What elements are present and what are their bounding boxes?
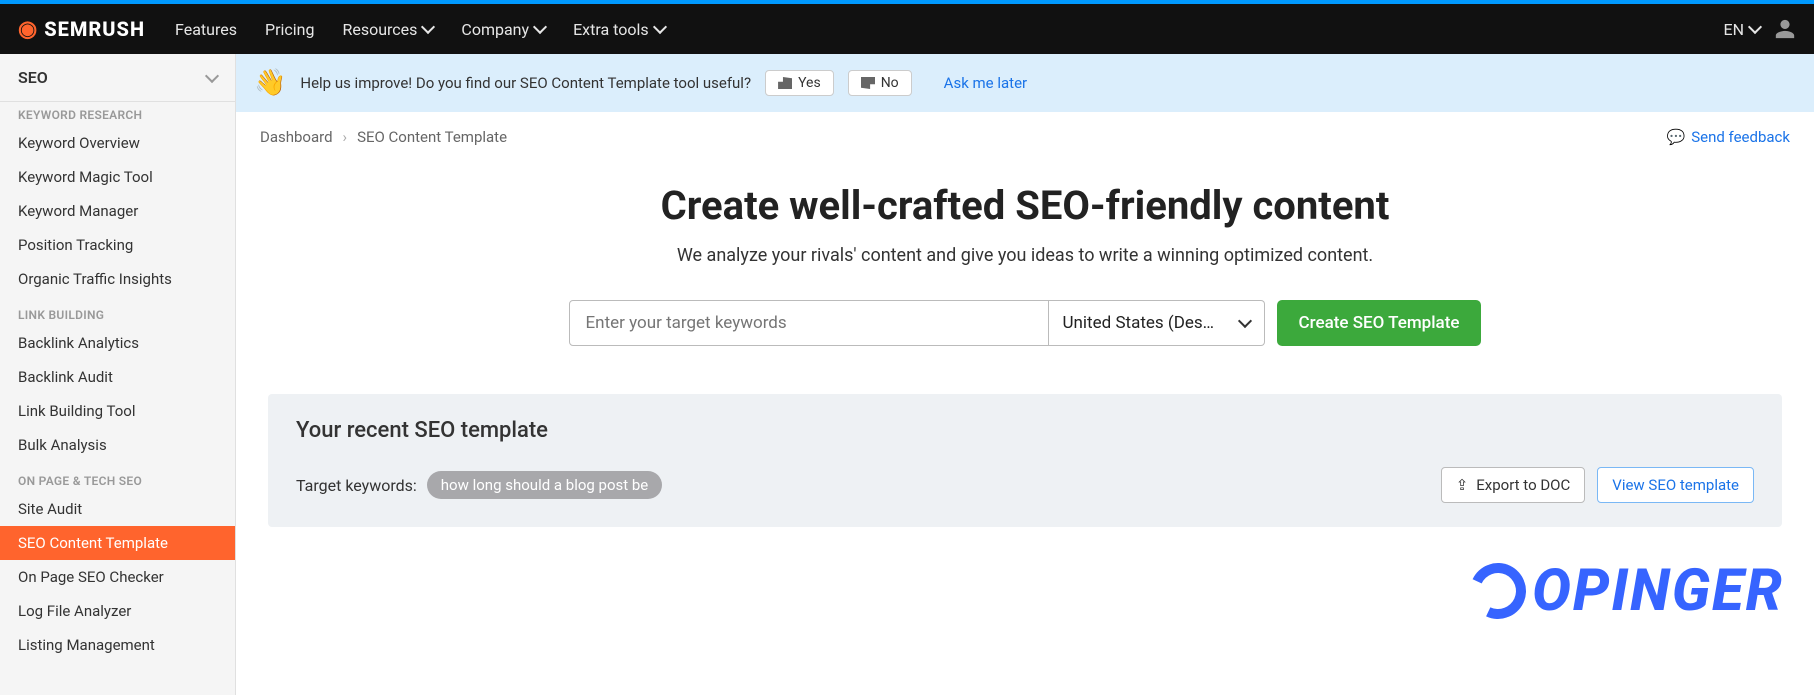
sidebar-item-seo-content-template[interactable]: SEO Content Template: [0, 526, 235, 560]
nav-features[interactable]: Features: [175, 20, 237, 39]
sidebar-item-link-building[interactable]: Link Building Tool: [0, 394, 235, 428]
brand-logo[interactable]: ◉ SEMRUSH: [18, 17, 145, 42]
recent-row: Target keywords: how long should a blog …: [296, 467, 1754, 503]
hero: Create well-crafted SEO-friendly content…: [236, 152, 1814, 300]
crumb-dashboard[interactable]: Dashboard: [260, 128, 333, 146]
nav-company[interactable]: Company: [461, 20, 545, 39]
sidebar-group-onpage: ON PAGE & TECH SEO: [0, 462, 235, 492]
recent-actions: ⇪ Export to DOC View SEO template: [1441, 467, 1754, 503]
create-template-button[interactable]: Create SEO Template: [1277, 300, 1482, 346]
top-nav: ◉ SEMRUSH Features Pricing Resources Com…: [0, 4, 1814, 54]
target-keywords-label: Target keywords:: [296, 476, 417, 495]
sidebar-item-keyword-magic[interactable]: Keyword Magic Tool: [0, 160, 235, 194]
sidebar-item-position-tracking[interactable]: Position Tracking: [0, 228, 235, 262]
sidebar-item-backlink-analytics[interactable]: Backlink Analytics: [0, 326, 235, 360]
template-form: United States (Des… Create SEO Template: [236, 300, 1814, 346]
user-icon[interactable]: [1774, 18, 1796, 40]
keyword-tag[interactable]: how long should a blog post be: [427, 471, 662, 499]
chevron-down-icon: [205, 68, 219, 82]
chevron-down-icon: [1237, 314, 1251, 328]
sidebar-item-listing-management[interactable]: Listing Management: [0, 628, 235, 662]
ask-later-link[interactable]: Ask me later: [944, 74, 1027, 92]
view-template-button[interactable]: View SEO template: [1597, 467, 1754, 503]
sidebar-item-keyword-overview[interactable]: Keyword Overview: [0, 126, 235, 160]
nav-extra-tools[interactable]: Extra tools: [573, 20, 665, 39]
sidebar-tool-selector[interactable]: SEO: [0, 54, 235, 102]
sidebar-item-bulk-analysis[interactable]: Bulk Analysis: [0, 428, 235, 462]
banner-text: Help us improve! Do you find our SEO Con…: [300, 74, 751, 92]
sidebar-item-site-audit[interactable]: Site Audit: [0, 492, 235, 526]
wave-icon: 👋: [254, 68, 286, 98]
breadcrumb: Dashboard › SEO Content Template: [260, 128, 507, 146]
chevron-down-icon: [421, 20, 435, 34]
language-selector[interactable]: EN: [1723, 20, 1760, 39]
watermark-logo: OPINGER: [1470, 557, 1784, 625]
page-subtitle: We analyze your rivals' content and give…: [236, 245, 1814, 266]
sidebar-item-onpage-checker[interactable]: On Page SEO Checker: [0, 560, 235, 594]
export-icon: ⇪: [1456, 476, 1469, 494]
send-feedback-link[interactable]: 💬 Send feedback: [1667, 128, 1790, 146]
recent-template-panel: Your recent SEO template Target keywords…: [268, 394, 1782, 527]
no-button[interactable]: No: [848, 70, 912, 96]
chevron-down-icon: [653, 20, 667, 34]
sidebar-item-organic-traffic[interactable]: Organic Traffic Insights: [0, 262, 235, 296]
chevron-down-icon: [533, 20, 547, 34]
brand-name: SEMRUSH: [44, 17, 145, 41]
main-content: 👋 Help us improve! Do you find our SEO C…: [236, 54, 1814, 695]
watermark-d-icon: [1462, 555, 1534, 627]
speech-bubble-icon: 💬: [1667, 128, 1686, 146]
recent-title: Your recent SEO template: [296, 418, 1754, 443]
thumb-up-icon: [778, 77, 792, 89]
flame-icon: ◉: [18, 17, 38, 42]
export-doc-button[interactable]: ⇪ Export to DOC: [1441, 467, 1586, 503]
sidebar-group-keyword: KEYWORD RESEARCH: [0, 102, 235, 126]
sidebar-group-link: LINK BUILDING: [0, 296, 235, 326]
feedback-banner: 👋 Help us improve! Do you find our SEO C…: [236, 54, 1814, 112]
recent-keywords: Target keywords: how long should a blog …: [296, 471, 662, 499]
sidebar-item-keyword-manager[interactable]: Keyword Manager: [0, 194, 235, 228]
crumb-current: SEO Content Template: [357, 128, 507, 146]
nav-resources[interactable]: Resources: [342, 20, 433, 39]
sidebar: SEO KEYWORD RESEARCH Keyword Overview Ke…: [0, 54, 236, 695]
chevron-right-icon: ›: [343, 128, 348, 146]
nav-right: EN: [1723, 18, 1796, 40]
region-selector[interactable]: United States (Des…: [1049, 300, 1265, 346]
chevron-down-icon: [1748, 20, 1762, 34]
nav-links: Features Pricing Resources Company Extra…: [175, 20, 1723, 39]
page-title: Create well-crafted SEO-friendly content: [236, 182, 1814, 229]
breadcrumb-row: Dashboard › SEO Content Template 💬 Send …: [236, 112, 1814, 152]
sidebar-item-log-analyzer[interactable]: Log File Analyzer: [0, 594, 235, 628]
keywords-input[interactable]: [569, 300, 1049, 346]
nav-pricing[interactable]: Pricing: [265, 20, 315, 39]
yes-button[interactable]: Yes: [765, 70, 834, 96]
thumb-down-icon: [861, 77, 875, 89]
sidebar-item-backlink-audit[interactable]: Backlink Audit: [0, 360, 235, 394]
